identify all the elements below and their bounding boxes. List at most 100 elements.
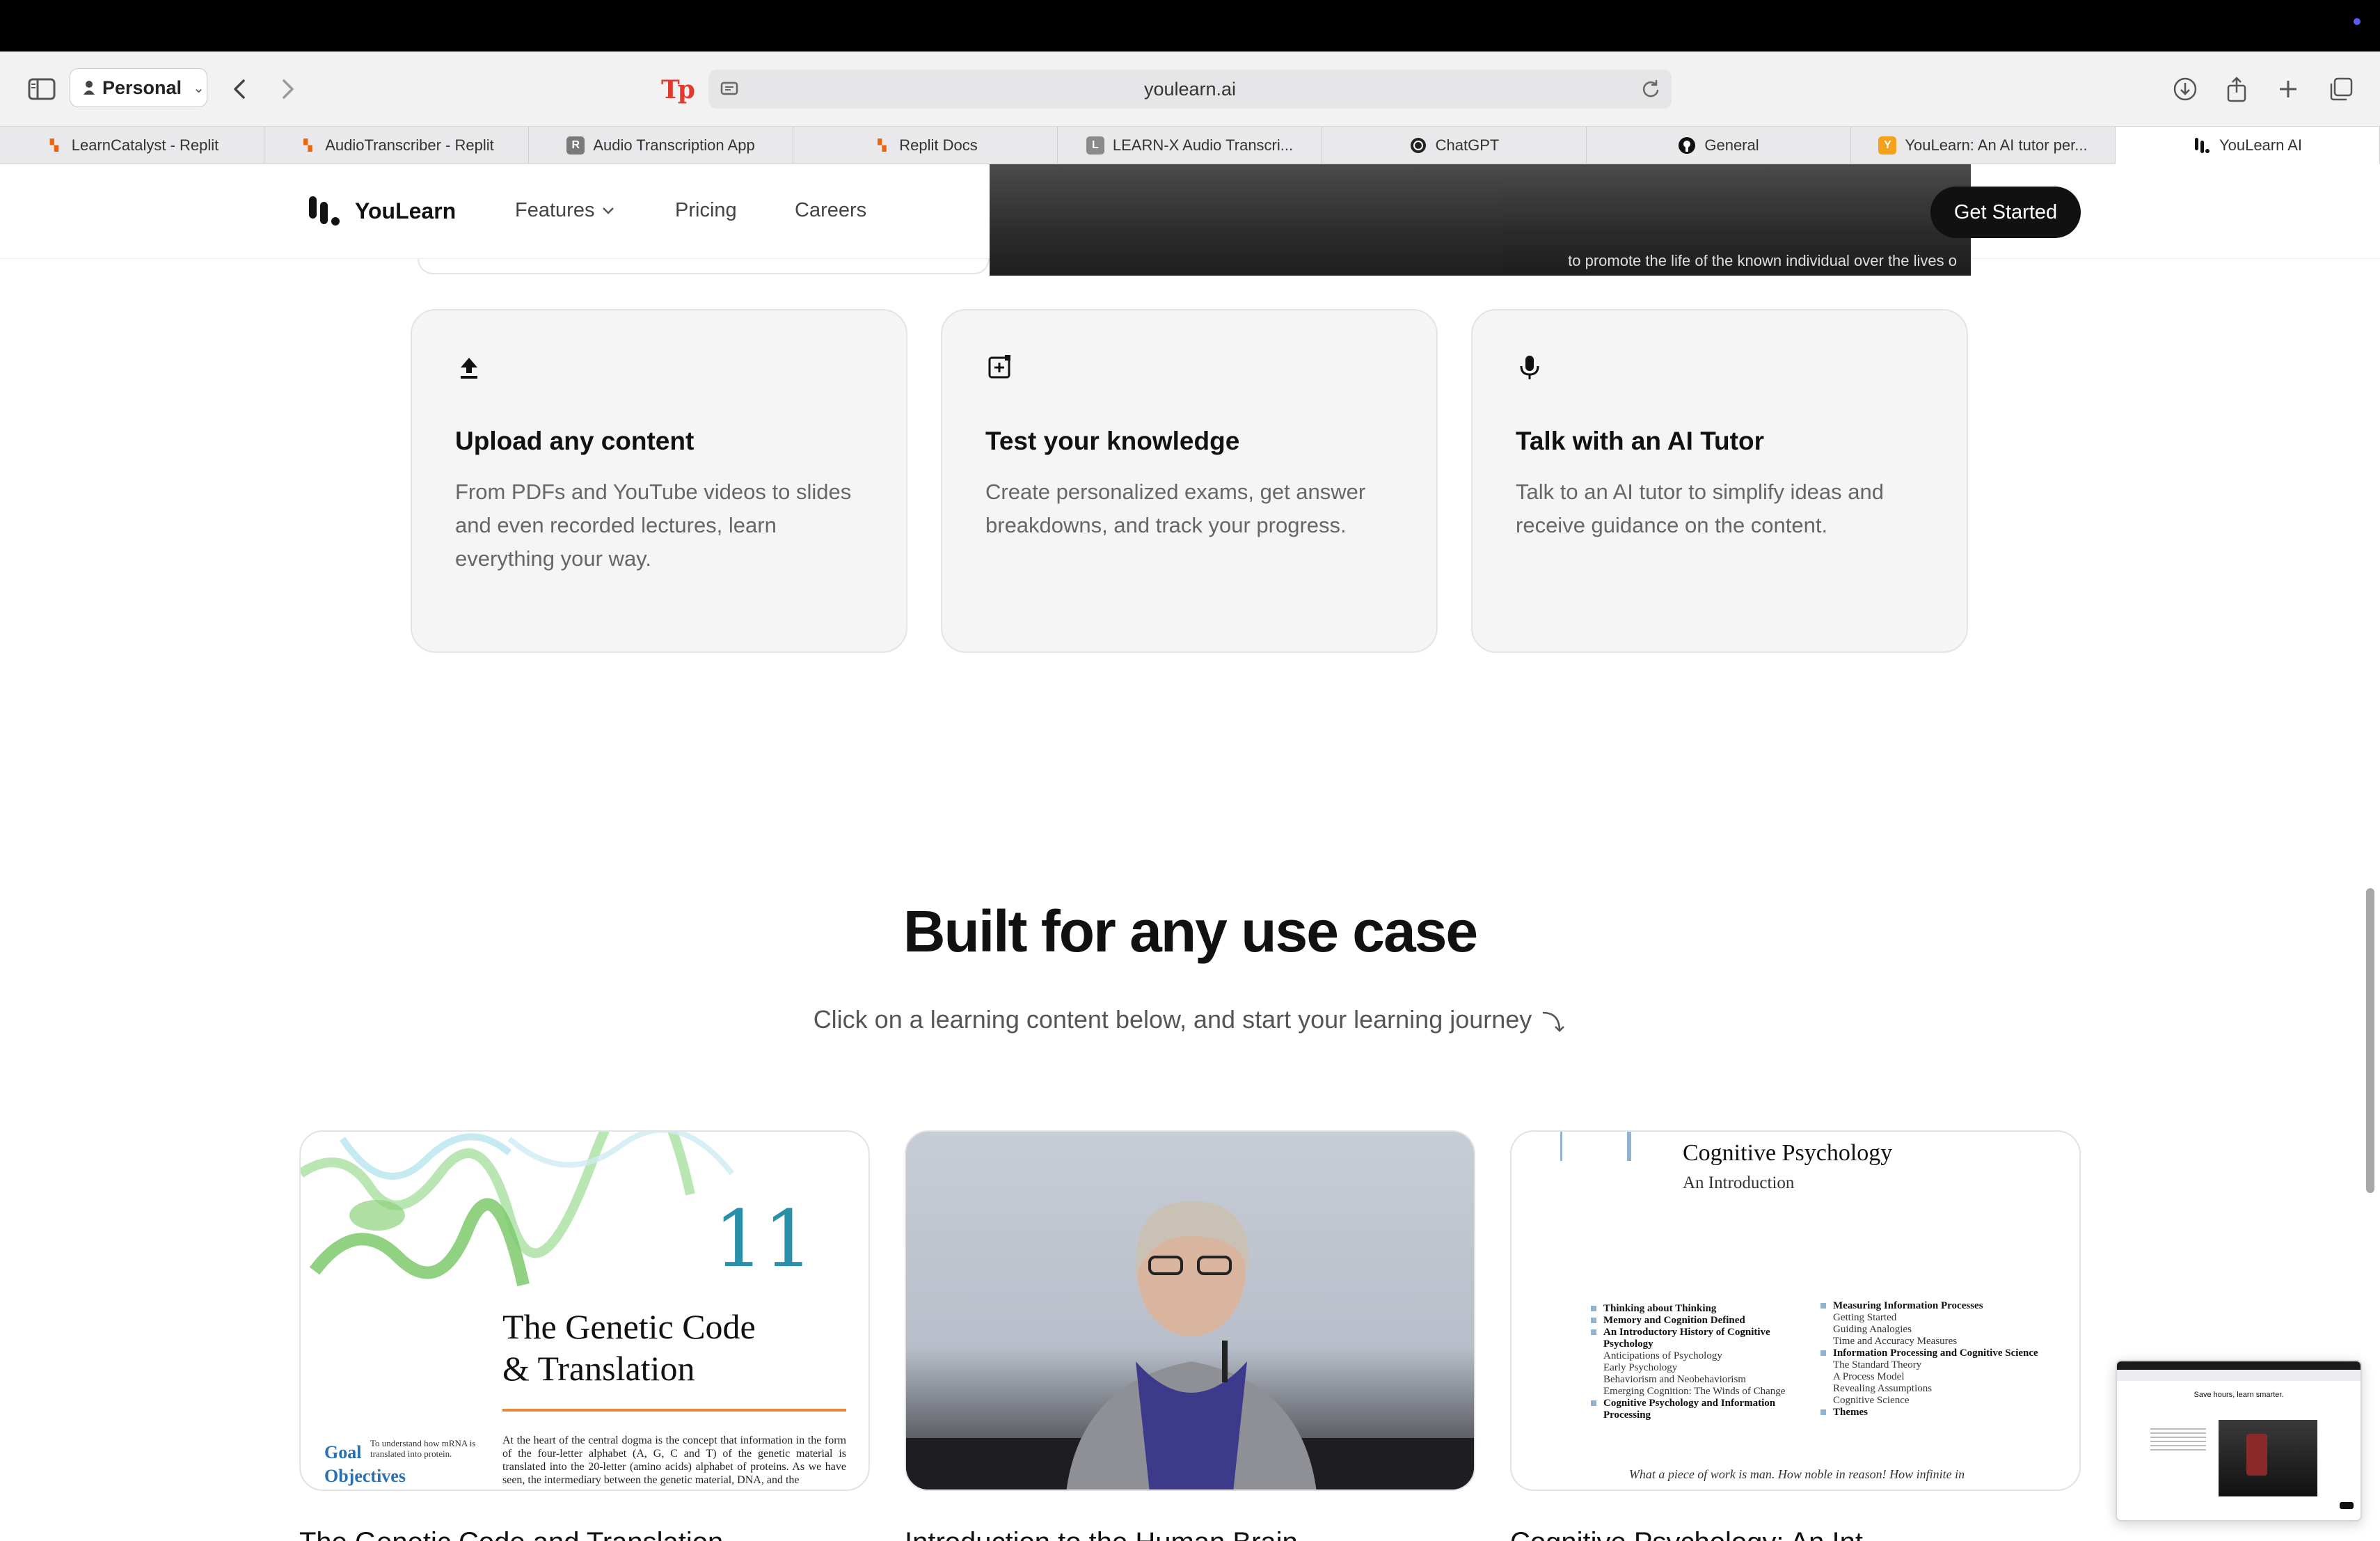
toc-entry: Early Psychology	[1603, 1362, 1678, 1373]
chapter-title-line1: The Genetic Code	[502, 1307, 756, 1346]
tab-strip: ▚ LearnCatalyst - Replit ▚ AudioTranscri…	[0, 127, 2380, 164]
status-indicator-dot	[2354, 18, 2361, 25]
video-caption: to promote the life of the known individ…	[1568, 252, 1957, 269]
address-bar[interactable]: youlearn.ai	[708, 70, 1672, 109]
youlearn-logo-icon	[309, 196, 340, 226]
chapter-number: 11	[714, 1194, 814, 1285]
section-subtitle-text: Click on a learning content below, and s…	[813, 1005, 1532, 1034]
goal-text: To understand how mRNA is translated int…	[370, 1438, 476, 1459]
use-case-card-cognitive-psychology[interactable]: Cognitive Psychology An Introduction Thi…	[1510, 1130, 2081, 1491]
brand-logo[interactable]: YouLearn	[308, 195, 456, 227]
toc-entry: Cognitive Psychology and Information Pro…	[1591, 1398, 1805, 1421]
decorative-bar	[1560, 1132, 1562, 1161]
chevron-down-icon	[603, 207, 614, 214]
tp-extension-icon[interactable]: Tp	[661, 75, 695, 104]
book-quote: What a piece of work is man. How noble i…	[1628, 1467, 1965, 1481]
toc-entry: Cognitive Science	[1833, 1395, 1910, 1406]
toc-entry: Getting Started	[1833, 1312, 1897, 1323]
section-subtitle: Click on a learning content below, and s…	[0, 1005, 2380, 1035]
previous-card-edge	[418, 259, 990, 274]
page-scrollbar[interactable]	[2366, 888, 2374, 1193]
reload-icon[interactable]	[1640, 78, 1662, 100]
feature-description: From PDFs and YouTube videos to slides a…	[455, 480, 852, 571]
toc-left-column: Thinking about Thinking Memory and Cogni…	[1591, 1303, 1805, 1421]
site-settings-icon[interactable]	[720, 79, 739, 99]
y-badge-icon: Y	[1878, 136, 1897, 155]
system-menu-bar	[0, 0, 2380, 52]
lecturer-video-frame	[906, 1201, 1474, 1489]
forward-arrow-icon[interactable]	[271, 72, 305, 106]
replit-icon: ▚	[878, 140, 887, 152]
profile-switcher[interactable]: Personal ⌄	[70, 68, 207, 107]
tab-learncatalyst[interactable]: ▚ LearnCatalyst - Replit	[0, 127, 264, 164]
toc-entry: Measuring Information Processes	[1820, 1300, 2049, 1312]
toc-entry: Anticipations of Psychology	[1603, 1350, 1722, 1361]
tab-overview-icon[interactable]	[2324, 72, 2358, 106]
profile-label: Personal	[102, 77, 182, 98]
mini-system-bar	[2117, 1361, 2361, 1370]
nav-features-label: Features	[515, 199, 595, 221]
person-icon	[84, 81, 95, 95]
objectives-label: Objectives	[324, 1466, 406, 1486]
mini-toolbar	[2117, 1370, 2361, 1381]
toc-entry: Themes	[1820, 1407, 2049, 1418]
tab-label: AudioTranscriber - Replit	[325, 136, 494, 154]
microphone-icon	[1520, 356, 1539, 379]
feature-card-upload: Upload any content From PDFs and YouTube…	[411, 309, 907, 653]
tab-youlearn-tutor[interactable]: Y YouLearn: An AI tutor per...	[1851, 127, 2116, 164]
screenshot-preview-thumbnail[interactable]: Save hours, learn smarter.	[2116, 1360, 2362, 1522]
tab-replit-docs[interactable]: ▚ Replit Docs	[793, 127, 1058, 164]
tab-youlearn-ai[interactable]: YouLearn AI	[2116, 127, 2380, 164]
sidebar-toggle-icon[interactable]	[25, 72, 58, 106]
feature-title: Upload any content	[455, 427, 695, 455]
github-icon	[1679, 137, 1696, 154]
youlearn-icon	[2194, 138, 2210, 153]
use-case-title[interactable]: Introduction to the Human Brain	[905, 1527, 1298, 1541]
chapter-body-text: At the heart of the central dogma is the…	[502, 1435, 846, 1486]
chevron-down-icon: ⌄	[193, 80, 205, 96]
feature-description: Talk to an AI tutor to simplify ideas an…	[1516, 480, 1884, 537]
browser-toolbar: Personal ⌄ Tp youlearn.ai	[0, 52, 2380, 127]
nav-pricing[interactable]: Pricing	[675, 199, 737, 222]
exam-plus-icon	[988, 355, 1010, 379]
mini-hero-title: Save hours, learn smarter.	[2193, 1391, 2284, 1399]
chapter-title: The Genetic Code & Translation	[502, 1306, 756, 1389]
chapter-title-line2: & Translation	[502, 1349, 695, 1388]
use-case-card-genetic-code[interactable]: 11 The Genetic Code & Translation Goal T…	[299, 1130, 870, 1491]
share-icon[interactable]	[2220, 72, 2253, 106]
decorative-bar	[1627, 1132, 1631, 1161]
use-case-title[interactable]: Cognitive Psychology: An Int	[1510, 1527, 1863, 1541]
openai-icon	[1410, 138, 1426, 153]
new-tab-plus-icon[interactable]	[2271, 72, 2305, 106]
tab-audiotranscriber[interactable]: ▚ AudioTranscriber - Replit	[264, 127, 529, 164]
upload-icon	[461, 358, 477, 379]
toc-entry: Information Processing and Cognitive Sci…	[1820, 1348, 2049, 1359]
book-subtitle: An Introduction	[1683, 1173, 1795, 1192]
mini-video	[2219, 1420, 2317, 1496]
feature-card-tutor: Talk with an AI Tutor Talk to an AI tuto…	[1471, 309, 1968, 653]
toc-entry: Emerging Cognition: The Winds of Change	[1603, 1386, 1786, 1397]
toc-right-column: Measuring Information Processes Getting …	[1820, 1300, 2049, 1418]
get-started-button[interactable]: Get Started	[1930, 187, 2081, 238]
hero-video-preview[interactable]: to promote the life of the known individ…	[990, 164, 1971, 276]
tab-label: ChatGPT	[1435, 136, 1500, 154]
nav-careers[interactable]: Careers	[795, 199, 866, 222]
feature-card-test: Test your knowledge Create personalized …	[941, 309, 1438, 653]
downloads-icon[interactable]	[2168, 72, 2202, 106]
nav-careers-label: Careers	[795, 199, 867, 221]
tab-github-general[interactable]: General	[1587, 127, 1851, 164]
use-case-card-video[interactable]	[905, 1130, 1475, 1491]
back-arrow-icon[interactable]	[223, 72, 256, 106]
nav-features[interactable]: Features	[515, 199, 615, 222]
site-header: to promote the life of the known individ…	[0, 164, 2380, 276]
use-case-title[interactable]: The Genetic Code and Translation	[299, 1527, 723, 1541]
tab-label: Replit Docs	[899, 136, 978, 154]
toc-entry: Memory and Cognition Defined	[1591, 1315, 1805, 1327]
feature-description: Create personalized exams, get answer br…	[985, 480, 1366, 537]
tab-learn-x[interactable]: L LEARN-X Audio Transcri...	[1058, 127, 1322, 164]
tab-audio-transcription-app[interactable]: R Audio Transcription App	[529, 127, 793, 164]
tab-chatgpt[interactable]: ChatGPT	[1322, 127, 1587, 164]
mini-button	[2340, 1502, 2354, 1509]
tab-label: General	[1704, 136, 1759, 154]
curved-arrow-icon	[1543, 1012, 1565, 1033]
